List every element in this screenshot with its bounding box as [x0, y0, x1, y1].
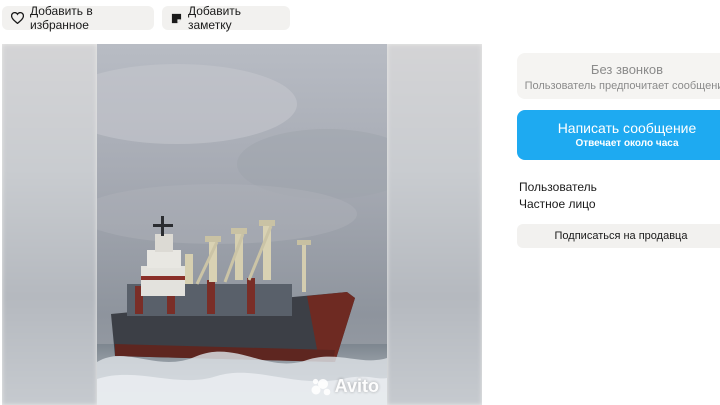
avito-watermark-text: Avito [334, 376, 379, 396]
response-time-label: Отвечает около часа [575, 138, 679, 149]
heart-icon [11, 12, 24, 24]
photo-gallery[interactable]: Avito [2, 44, 482, 405]
gallery-blur-right [387, 44, 482, 405]
subscribe-to-seller-button[interactable]: Подписаться на продавца [517, 224, 720, 248]
write-message-label: Написать сообщение [557, 120, 697, 136]
add-to-favorites-label: Добавить в избранное [30, 4, 93, 32]
add-to-favorites-button[interactable]: Добавить в избранное [2, 4, 154, 32]
no-calls-subtitle: Пользователь предпочитает сообщения [524, 80, 720, 92]
avito-logo-icon [311, 378, 331, 396]
gallery-blur-left [2, 44, 97, 405]
add-note-label: Добавить заметку [188, 4, 242, 32]
avito-watermark: Avito [311, 376, 379, 397]
write-message-button[interactable]: Написать сообщение Отвечает около часа [517, 110, 720, 160]
listing-photo-ship[interactable]: Avito [97, 44, 387, 405]
no-calls-title: Без звонков [590, 62, 664, 77]
seller-role: Пользователь [519, 180, 597, 194]
note-icon [171, 13, 182, 24]
add-note-button[interactable]: Добавить заметку [162, 4, 290, 32]
seller-type: Частное лицо [519, 197, 596, 211]
no-calls-notice: Без звонков Пользователь предпочитает со… [517, 53, 720, 99]
